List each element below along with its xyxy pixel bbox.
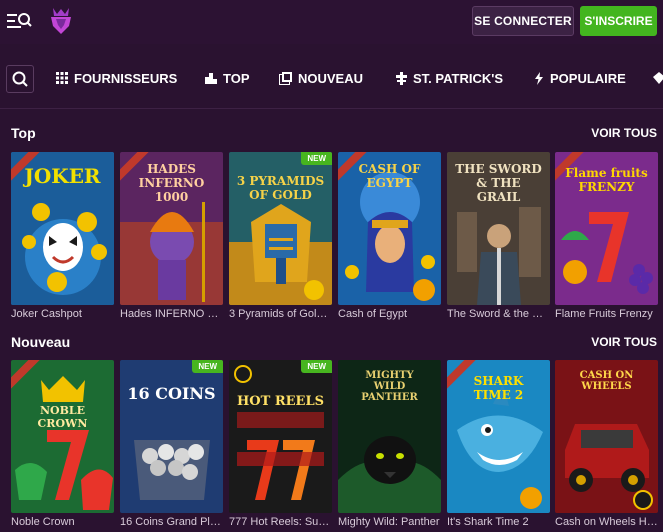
nav-label: NOUVEAU bbox=[298, 70, 364, 86]
game-art-title: HOT REELS bbox=[237, 394, 324, 409]
game-tile-cash-of-egypt[interactable]: CASH OF EGYPT bbox=[338, 152, 441, 305]
game-tile-shark-time-2[interactable]: SHARK TIME 2 bbox=[447, 360, 550, 513]
nav-item-st-patricks[interactable]: ST. PATRICK'S bbox=[396, 68, 503, 88]
nav-item-top[interactable]: TOP bbox=[205, 68, 250, 88]
game-art-title: CASH OF EGYPT bbox=[358, 162, 421, 190]
search-button[interactable] bbox=[6, 65, 34, 93]
category-nav: FOURNISSEURS TOP NOUVEAU ST. PATRICK'S P… bbox=[0, 44, 663, 109]
game-art-title: Flame fruits FRENZY bbox=[565, 166, 648, 194]
menu-search-icon[interactable] bbox=[6, 9, 32, 33]
game-tile-sword-grail[interactable]: THE SWORD & THE GRAIL bbox=[447, 152, 550, 305]
game-art-title: 16 COINS bbox=[127, 384, 216, 403]
game-tile-mighty-wild-panther[interactable]: MIGHTY WILD PANTHER bbox=[338, 360, 441, 513]
nav-label: TOP bbox=[223, 70, 250, 86]
new-badge: NEW bbox=[192, 360, 223, 373]
game-name[interactable]: It's Shark Time 2 bbox=[447, 516, 550, 528]
see-all-top-link[interactable]: VOIR TOUS bbox=[591, 126, 657, 140]
game-art-title: THE SWORD & THE GRAIL bbox=[455, 162, 542, 204]
cross-icon bbox=[396, 71, 407, 85]
game-art-title: NOBLE CROWN bbox=[37, 404, 88, 430]
nav-item-populaire[interactable]: POPULAIRE bbox=[534, 68, 626, 88]
grid-icon bbox=[56, 72, 68, 84]
login-button[interactable]: SE CONNECTER bbox=[472, 6, 574, 36]
game-art-title: 3 PYRAMIDS OF GOLD bbox=[236, 174, 325, 202]
nav-item-fournisseurs[interactable]: FOURNISSEURS bbox=[56, 68, 177, 88]
nav-label: POPULAIRE bbox=[550, 70, 626, 86]
nav-label: ST. PATRICK'S bbox=[413, 70, 504, 86]
game-name[interactable]: The Sword & the Grail bbox=[447, 308, 550, 320]
podium-icon bbox=[205, 73, 217, 84]
signup-button[interactable]: S'INSCRIRE bbox=[580, 6, 657, 36]
game-name[interactable]: 777 Hot Reels: Supercharged bbox=[229, 516, 332, 528]
nav-overflow-indicator[interactable] bbox=[653, 68, 663, 88]
new-badge: NEW bbox=[301, 360, 332, 373]
nav-item-nouveau[interactable]: NOUVEAU bbox=[279, 68, 363, 88]
game-art-title: CASH ON WHEELS bbox=[579, 370, 634, 392]
game-name[interactable]: Hades INFERNO 1000 bbox=[120, 308, 223, 320]
game-tile-cash-on-wheels[interactable]: CASH ON WHEELS bbox=[555, 360, 658, 513]
raspberry-logo-icon[interactable] bbox=[47, 6, 75, 36]
diamond-icon bbox=[653, 72, 663, 84]
lightning-icon bbox=[535, 71, 543, 85]
game-tile-joker-cashpot[interactable]: JOKER bbox=[11, 152, 114, 305]
game-name[interactable]: 16 Coins Grand Platinum bbox=[120, 516, 223, 528]
game-art-title: HADES INFERNO 1000 bbox=[138, 162, 205, 204]
section-title-nouveau: Nouveau bbox=[11, 334, 71, 350]
game-art-title: SHARK TIME 2 bbox=[473, 374, 524, 402]
new-badge-icon bbox=[279, 71, 292, 85]
see-all-nouveau-link[interactable]: VOIR TOUS bbox=[591, 335, 657, 349]
game-name[interactable]: Noble Crown bbox=[11, 516, 114, 528]
search-icon bbox=[12, 71, 28, 87]
game-tile-hades-inferno[interactable]: HADES INFERNO 1000 bbox=[120, 152, 223, 305]
game-name[interactable]: Cash of Egypt bbox=[338, 308, 441, 320]
top-header: SE CONNECTER S'INSCRIRE bbox=[0, 0, 663, 44]
game-name[interactable]: 3 Pyramids of Gold: Hold & Win bbox=[229, 308, 332, 320]
game-name[interactable]: Cash on Wheels Hold and Win bbox=[555, 516, 658, 528]
section-title-top: Top bbox=[11, 125, 36, 141]
new-badge: NEW bbox=[301, 152, 332, 165]
game-tile-16-coins[interactable]: NEW 16 COINS bbox=[120, 360, 223, 513]
game-name[interactable]: Flame Fruits Frenzy bbox=[555, 308, 658, 320]
game-tile-777-hot-reels[interactable]: NEW HOT REELS bbox=[229, 360, 332, 513]
game-name[interactable]: Joker Cashpot bbox=[11, 308, 114, 320]
nav-label: FOURNISSEURS bbox=[74, 70, 178, 86]
game-name[interactable]: Mighty Wild: Panther bbox=[338, 516, 441, 528]
game-tile-noble-crown[interactable]: NOBLE CROWN bbox=[11, 360, 114, 513]
game-art-title: MIGHTY WILD PANTHER bbox=[361, 370, 418, 403]
game-art-title: JOKER bbox=[24, 164, 101, 188]
game-tile-3-pyramids[interactable]: NEW 3 PYRAMIDS OF GOLD bbox=[229, 152, 332, 305]
game-tile-flame-fruits[interactable]: Flame fruits FRENZY bbox=[555, 152, 658, 305]
